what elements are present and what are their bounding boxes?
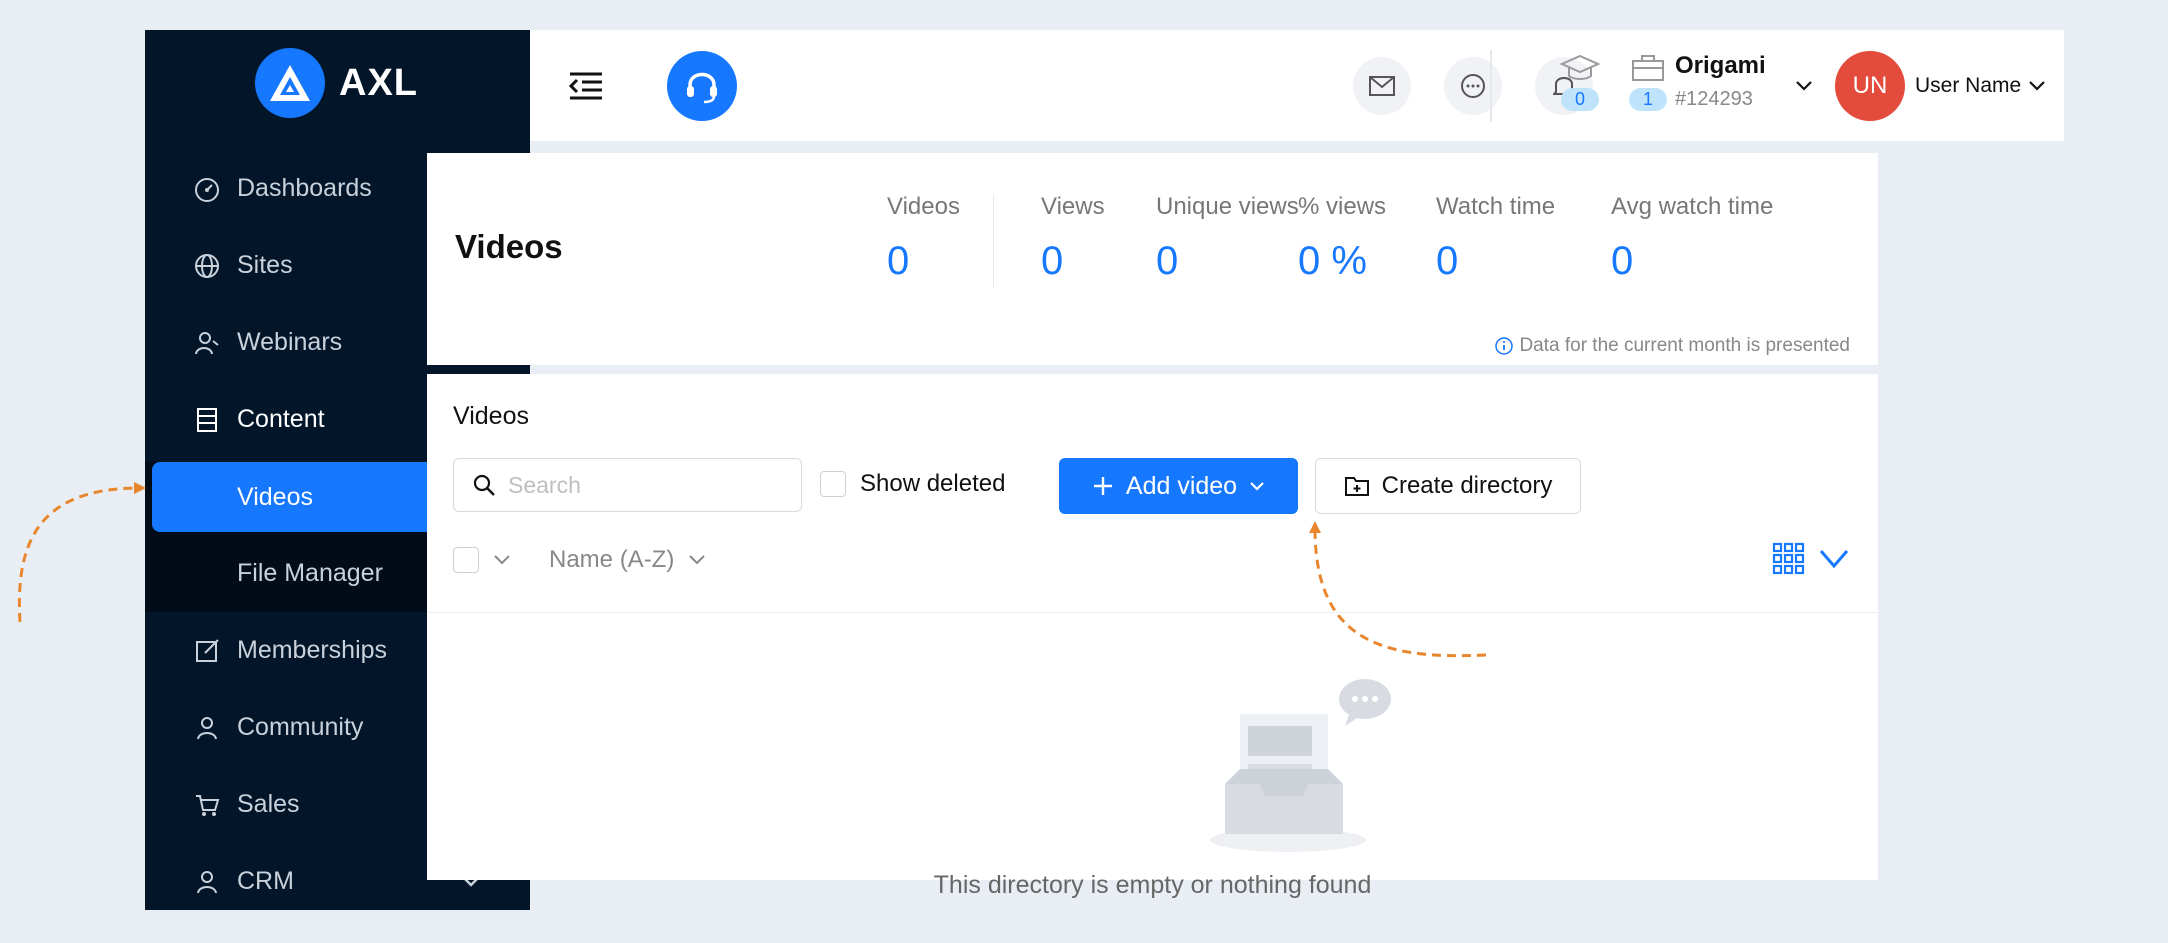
add-video-button[interactable]: Add video bbox=[1059, 458, 1298, 514]
user-name[interactable]: User Name bbox=[1915, 74, 2021, 98]
globe-icon bbox=[195, 253, 219, 278]
stat-label: Unique views bbox=[1156, 193, 1299, 220]
org-id: #124293 bbox=[1675, 88, 1753, 110]
show-deleted-checkbox[interactable] bbox=[820, 471, 846, 497]
logo-icon bbox=[255, 48, 325, 118]
list-title: Videos bbox=[453, 402, 529, 430]
chat-icon bbox=[1461, 74, 1485, 98]
header-divider bbox=[1490, 50, 1492, 122]
org-name: Origami bbox=[1675, 52, 1766, 79]
content-icon bbox=[197, 407, 217, 432]
search-input[interactable] bbox=[506, 470, 790, 500]
sort-selector[interactable]: Name (A-Z) bbox=[549, 546, 674, 574]
stat-percent-views: % views 0 % bbox=[1298, 193, 1386, 284]
annotation-arrow-videos bbox=[17, 486, 141, 623]
stat-value: 0 bbox=[1436, 239, 1459, 283]
mail-icon bbox=[1369, 76, 1395, 96]
stat-label: Videos bbox=[887, 193, 960, 220]
stat-value: 0 bbox=[887, 239, 910, 283]
empty-inbox-icon bbox=[1210, 679, 1391, 852]
user-icon bbox=[197, 870, 217, 893]
sidebar-item-label: Webinars bbox=[237, 328, 343, 356]
show-deleted-label: Show deleted bbox=[860, 470, 1006, 497]
webinar-icon bbox=[195, 331, 219, 354]
stat-unique-views: Unique views 0 bbox=[1156, 193, 1299, 284]
avatar[interactable]: UN bbox=[1835, 51, 1905, 121]
stats-note-text: Data for the current month is presented bbox=[1519, 335, 1850, 356]
support-button[interactable] bbox=[667, 51, 737, 121]
briefcase-icon bbox=[1632, 55, 1664, 81]
brand-logo[interactable]: AXL bbox=[255, 48, 418, 118]
stat-watch-time: Watch time 0 bbox=[1436, 193, 1555, 284]
chevron-down-icon[interactable] bbox=[688, 554, 706, 566]
sidebar-item-label: Sales bbox=[237, 790, 300, 818]
chevron-down-icon[interactable] bbox=[1818, 548, 1850, 570]
show-deleted-toggle[interactable]: Show deleted bbox=[820, 470, 1005, 498]
mail-button[interactable] bbox=[1353, 57, 1411, 115]
stat-label: % views bbox=[1298, 193, 1387, 220]
stat-views: Views 0 bbox=[1041, 193, 1105, 284]
stats-note: Data for the current month is presented bbox=[1495, 335, 1850, 357]
chevron-down-icon bbox=[1250, 481, 1264, 491]
stat-value: 0 bbox=[1041, 239, 1064, 283]
chevron-down-icon[interactable] bbox=[1795, 80, 1813, 92]
stat-videos: Videos 0 bbox=[887, 193, 960, 284]
stat-value: 0 bbox=[1156, 239, 1179, 283]
user-icon bbox=[197, 716, 217, 739]
headset-icon bbox=[687, 72, 717, 104]
plus-icon bbox=[1093, 477, 1112, 495]
page-title: Videos bbox=[455, 228, 563, 265]
add-video-label: Add video bbox=[1125, 471, 1238, 500]
folder-add-icon bbox=[1344, 477, 1369, 496]
stats-card: Videos Videos 0 Views 0 Unique views 0 %… bbox=[427, 153, 1878, 365]
stat-avg-watch-time: Avg watch time 0 bbox=[1611, 193, 1773, 284]
dashboard-icon bbox=[195, 177, 219, 202]
edit-icon bbox=[196, 638, 219, 662]
create-directory-label: Create directory bbox=[1381, 472, 1553, 499]
create-directory-button[interactable]: Create directory bbox=[1315, 458, 1581, 514]
list-divider bbox=[427, 612, 1878, 613]
stat-label: Avg watch time bbox=[1611, 193, 1774, 220]
search-icon bbox=[473, 474, 495, 496]
courses-counter[interactable]: 0 bbox=[1560, 54, 1600, 111]
sidebar-item-label: Content bbox=[237, 405, 325, 433]
stat-value: 0 bbox=[1611, 239, 1634, 283]
chevron-down-icon[interactable] bbox=[493, 554, 511, 566]
courses-count-badge: 0 bbox=[1560, 88, 1599, 111]
collapse-menu-icon[interactable] bbox=[568, 70, 604, 102]
info-icon bbox=[1495, 337, 1514, 355]
stat-label: Watch time bbox=[1436, 193, 1556, 220]
cart-icon bbox=[196, 794, 220, 816]
stat-label: Views bbox=[1041, 193, 1105, 220]
briefcase-counter[interactable]: 1 bbox=[1628, 54, 1668, 111]
chat-button[interactable] bbox=[1444, 57, 1502, 115]
chevron-down-icon[interactable] bbox=[2028, 80, 2046, 92]
sidebar-item-label: Sites bbox=[237, 251, 293, 279]
briefcase-count-badge: 1 bbox=[1628, 88, 1667, 111]
grid-view-icon[interactable] bbox=[1772, 542, 1806, 576]
sidebar-item-label: Community bbox=[237, 713, 364, 741]
sidebar-item-label: Memberships bbox=[237, 636, 388, 664]
graduation-cap-icon bbox=[1560, 54, 1600, 80]
stat-value: 0 % bbox=[1298, 239, 1367, 283]
org-switcher[interactable]: Origami #124293 bbox=[1675, 52, 1766, 111]
sort-row: Name (A-Z) bbox=[453, 546, 706, 574]
select-all-checkbox[interactable] bbox=[453, 547, 479, 573]
top-bar: 0 1 Origami #124293 UN User Name bbox=[530, 30, 2064, 141]
videos-list-card: Videos Show deleted Add video Create dir… bbox=[427, 374, 1878, 899]
sidebar-item-label: Dashboards bbox=[237, 174, 372, 202]
stats-divider bbox=[993, 195, 994, 287]
search-box[interactable] bbox=[453, 458, 802, 512]
brand-name: AXL bbox=[339, 61, 418, 104]
empty-state-text: This directory is empty or nothing found bbox=[933, 871, 1372, 899]
sidebar-item-label: CRM bbox=[237, 867, 294, 895]
